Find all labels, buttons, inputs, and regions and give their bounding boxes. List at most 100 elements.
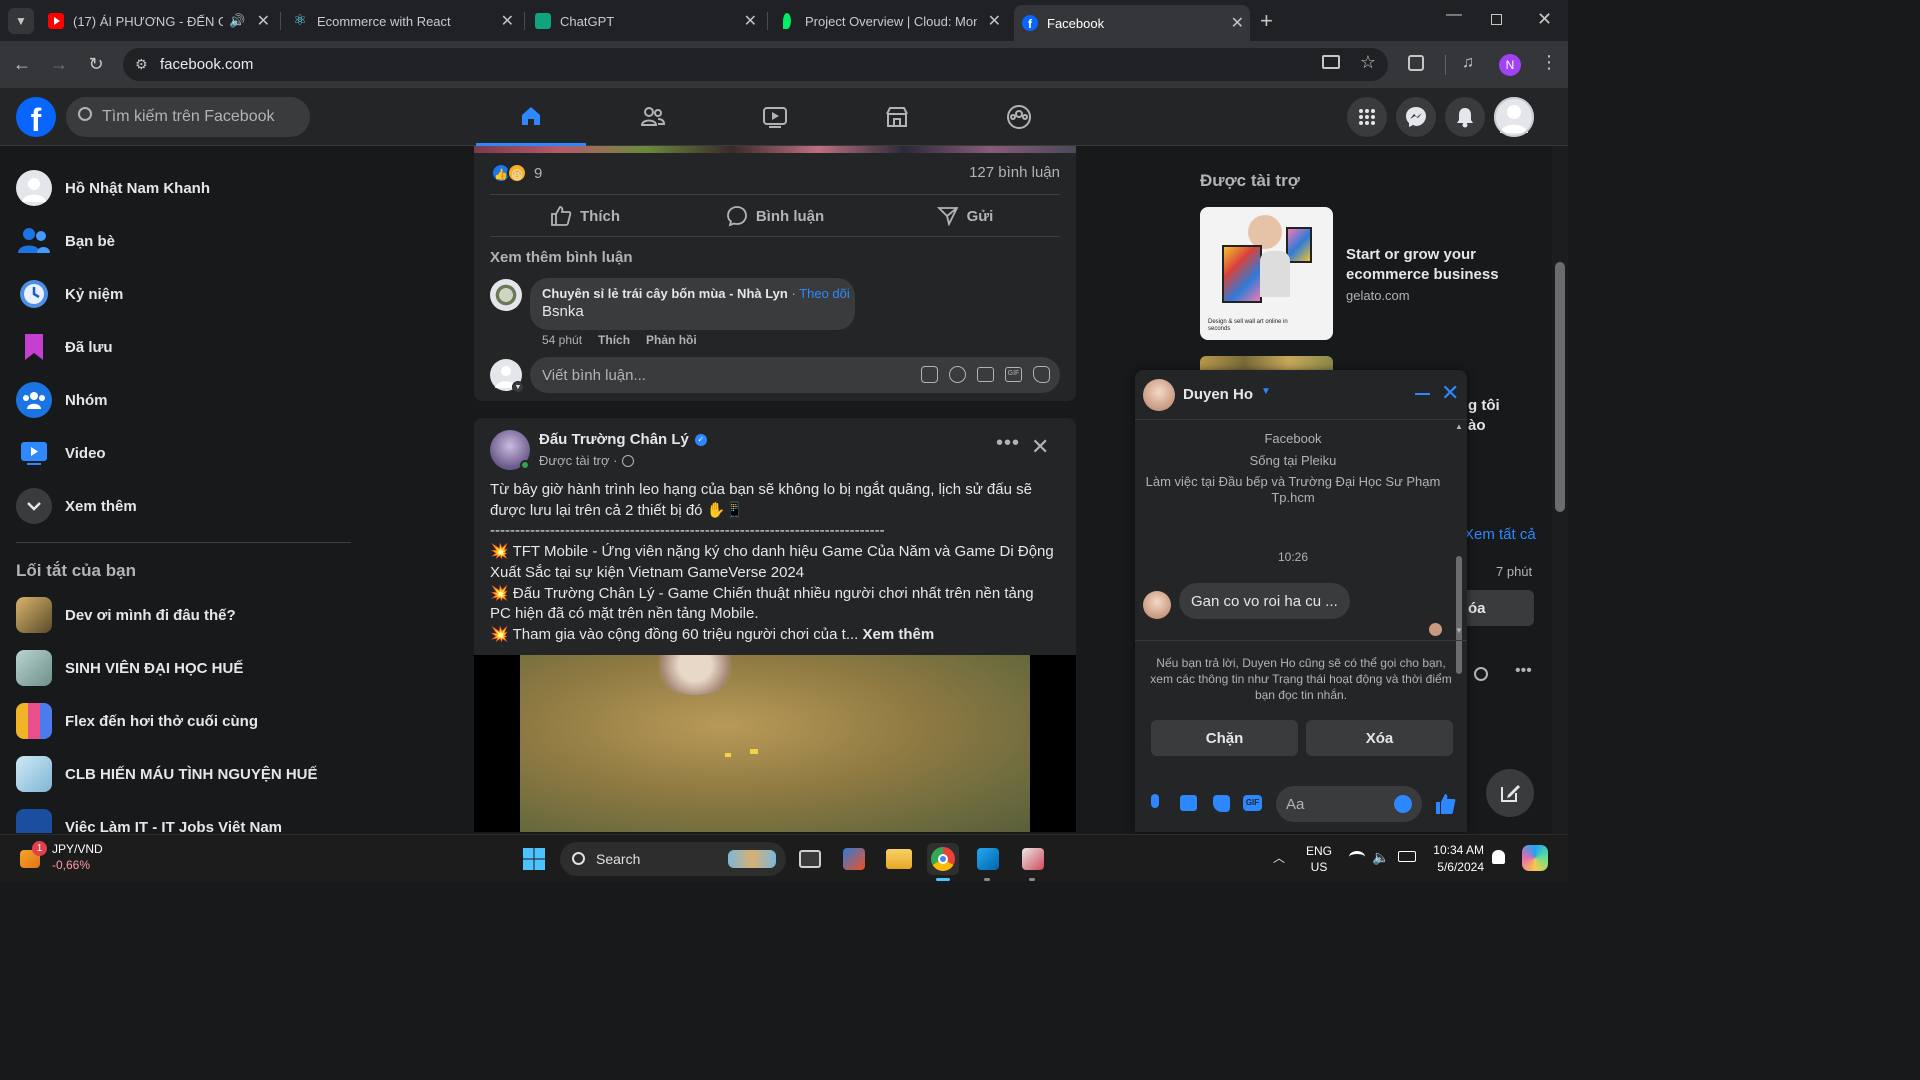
comment-time[interactable]: 54 phút <box>542 333 582 347</box>
close-tab-icon[interactable]: ✕ <box>988 11 1001 31</box>
shortcut-item[interactable]: Việc Làm IT - IT Jobs Việt Nam <box>16 805 282 833</box>
message-input[interactable]: Aa <box>1276 786 1422 822</box>
microphone-icon[interactable] <box>1151 794 1159 808</box>
shortcut-item[interactable]: Dev ơi mình đi đâu thế? <box>16 593 236 637</box>
gif-icon[interactable]: GIF <box>1005 367 1022 382</box>
reaction-count[interactable]: 9 <box>534 165 542 182</box>
camera-icon[interactable] <box>977 367 994 382</box>
sidebar-item-memories[interactable]: Kỷ niệm <box>16 272 123 316</box>
comment-reply-link[interactable]: Phản hồi <box>646 333 697 347</box>
notification-bell-icon[interactable] <box>1492 850 1505 864</box>
comment-button[interactable]: Bình luận <box>680 198 870 234</box>
new-tab-icon[interactable]: + <box>1260 8 1273 34</box>
sticker-icon[interactable] <box>1033 366 1050 383</box>
messenger-button[interactable] <box>1396 97 1436 137</box>
minimize-window-icon[interactable]: — <box>1446 6 1462 24</box>
see-all-link[interactable]: Xem tất cả <box>1464 526 1536 543</box>
chat-header[interactable]: Duyen Ho ▼ ✕ <box>1135 370 1467 420</box>
task-view-icon[interactable] <box>794 843 826 875</box>
volume-icon[interactable]: 🔈 <box>1372 849 1389 866</box>
browser-tab-mongodb[interactable]: Project Overview | Cloud: Mong ✕ <box>771 6 1007 36</box>
browser-tab-chatgpt[interactable]: ChatGPT ✕ <box>527 6 763 36</box>
browser-tab-youtube[interactable]: (17) ÁI PHƯƠNG - ĐẾN GIỜ 🔊 ✕ <box>40 6 276 36</box>
start-button[interactable] <box>518 843 550 875</box>
address-bar[interactable]: ⚙ facebook.com ☆ <box>123 48 1388 81</box>
taskbar-search[interactable]: Search <box>560 842 786 876</box>
wifi-icon[interactable] <box>1349 851 1365 863</box>
back-arrow-icon[interactable]: ← <box>10 52 34 76</box>
input-language[interactable]: ENG US <box>1306 843 1332 875</box>
hide-post-close-icon[interactable]: ✕ <box>1031 434 1049 460</box>
new-message-button[interactable] <box>1486 769 1534 817</box>
post-video[interactable] <box>474 655 1076 832</box>
comment-count[interactable]: 127 bình luận <box>969 164 1060 181</box>
nav-tab-watch[interactable] <box>720 88 830 146</box>
close-tab-icon[interactable]: ✕ <box>501 11 514 31</box>
facebook-search-input[interactable]: Tìm kiếm trên Facebook <box>66 97 310 137</box>
see-more-link[interactable]: Xem thêm <box>863 626 935 643</box>
copilot-icon[interactable] <box>1522 845 1548 871</box>
emoji-icon[interactable] <box>949 366 966 383</box>
battery-icon[interactable] <box>1398 851 1416 862</box>
emoji-icon[interactable] <box>1394 795 1412 813</box>
speaker-icon[interactable]: 🔊 <box>229 13 245 29</box>
post-options-icon[interactable]: ••• <box>996 432 1020 455</box>
close-tab-icon[interactable]: ✕ <box>257 11 270 31</box>
restore-window-icon[interactable] <box>1491 14 1502 25</box>
tab-list-dropdown-icon[interactable]: ▼ <box>8 8 34 34</box>
nav-tab-groups[interactable] <box>964 88 1074 146</box>
minimize-chat-icon[interactable] <box>1415 393 1430 395</box>
ad-item[interactable]: Design & sell wall art online in seconds… <box>1200 207 1540 342</box>
install-app-icon[interactable] <box>1322 55 1340 69</box>
chevron-down-icon[interactable]: ▼ <box>1261 386 1271 397</box>
profile-avatar[interactable]: N <box>1499 54 1521 76</box>
second-ad-image[interactable] <box>1200 356 1333 370</box>
photo-icon[interactable] <box>1180 795 1197 811</box>
avatar-sticker-icon[interactable] <box>921 366 938 383</box>
close-tab-icon[interactable]: ✕ <box>744 11 757 31</box>
show-hidden-icons-chevron[interactable]: ︿ <box>1273 849 1285 866</box>
sidebar-see-more[interactable]: Xem thêm <box>16 484 137 528</box>
clock[interactable]: 10:34 AM 5/6/2024 <box>1426 842 1484 876</box>
sidebar-item-saved[interactable]: Đã lưu <box>16 325 113 369</box>
chevron-down-icon[interactable]: ▼ <box>512 381 524 393</box>
forward-arrow-icon[interactable]: → <box>47 52 71 76</box>
sponsored-label[interactable]: Được tài trợ · <box>539 453 617 468</box>
write-comment-input[interactable]: Viết bình luận... GIF <box>530 357 1060 393</box>
comment-author[interactable]: Chuyên sỉ lẻ trái cây bốn mùa - Nhà Lyn <box>542 286 788 301</box>
sidebar-item-profile[interactable]: Hồ Nhật Nam Khanh <box>16 166 210 210</box>
bookmark-star-icon[interactable]: ☆ <box>1360 52 1376 73</box>
close-chat-icon[interactable]: ✕ <box>1441 381 1459 405</box>
view-more-comments-link[interactable]: Xem thêm bình luận <box>490 249 633 266</box>
nav-tab-home[interactable] <box>476 88 586 146</box>
facebook-logo[interactable]: f <box>16 97 56 138</box>
contacts-options-icon[interactable]: ••• <box>1515 662 1532 680</box>
block-button[interactable]: Chặn <box>1151 720 1298 756</box>
message-bubble[interactable]: Gan co vo roi ha cu ... <box>1179 583 1350 619</box>
comment-like-link[interactable]: Thích <box>598 333 630 347</box>
browser-tab-facebook[interactable]: f Facebook ✕ <box>1014 5 1250 41</box>
notifications-button[interactable] <box>1445 97 1485 137</box>
like-button[interactable]: Thích <box>490 198 680 234</box>
snipping-tool-icon[interactable] <box>1017 843 1049 875</box>
commenter-avatar[interactable] <box>490 279 522 311</box>
sticker-icon[interactable] <box>1213 795 1230 812</box>
media-control-icon[interactable]: ♫ <box>1462 54 1474 72</box>
delete-button[interactable]: Xóa <box>1306 720 1453 756</box>
thumbs-up-icon[interactable] <box>1435 793 1457 815</box>
follow-link[interactable]: Theo dõi <box>799 286 850 301</box>
extensions-icon[interactable] <box>1408 55 1424 71</box>
shortcut-item[interactable]: CLB HIẾN MÁU TÌNH NGUYỆN HUẾ <box>16 752 318 796</box>
browser-menu-icon[interactable]: ⋮ <box>1540 52 1558 73</box>
chat-scrollbar[interactable]: ▲ ▼ <box>1451 420 1467 674</box>
sidebar-item-friends[interactable]: Bạn bè <box>16 219 115 263</box>
share-button[interactable]: Gửi <box>870 198 1060 234</box>
page-avatar[interactable] <box>490 430 530 470</box>
close-tab-icon[interactable]: ✕ <box>1231 13 1244 33</box>
reload-icon[interactable]: ↻ <box>84 52 108 76</box>
chrome-icon[interactable] <box>927 843 959 875</box>
close-window-icon[interactable]: ✕ <box>1537 9 1552 30</box>
store-app-icon[interactable] <box>838 843 870 875</box>
file-explorer-icon[interactable] <box>883 843 915 875</box>
shortcut-item[interactable]: Flex đến hơi thở cuối cùng <box>16 699 258 743</box>
